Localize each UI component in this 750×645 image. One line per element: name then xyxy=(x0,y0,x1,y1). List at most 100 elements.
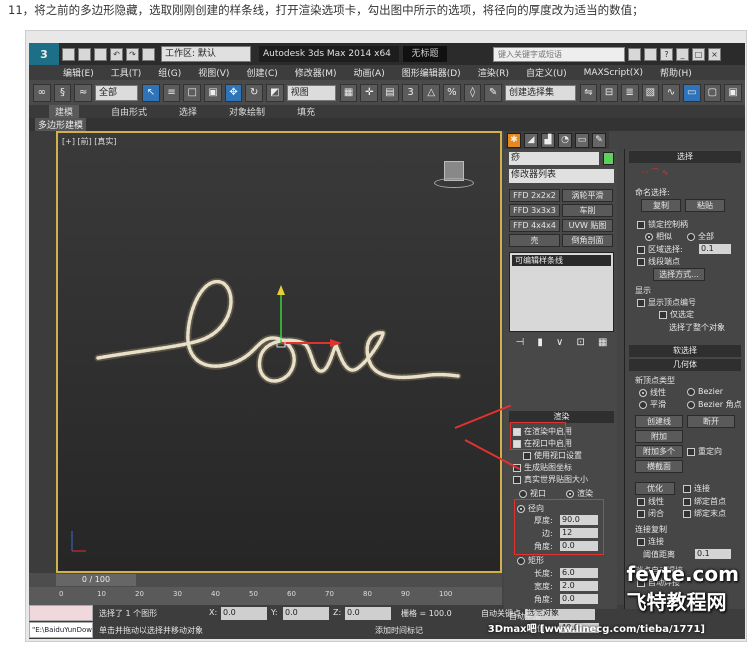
bevel-profile-button[interactable]: 倒角剖面 xyxy=(562,234,613,247)
rect-angle-spinner[interactable]: 0.0 xyxy=(560,594,598,604)
front-viewport[interactable]: [+] [前] [真实] xyxy=(56,131,502,573)
turbosmooth-button[interactable]: 涡轮平滑 xyxy=(562,189,613,202)
create-tab-icon[interactable]: ✱ xyxy=(507,132,521,148)
attach-multiple-button[interactable]: 附加多个 xyxy=(635,445,683,458)
project-folder-icon[interactable] xyxy=(142,47,155,61)
selected-only-checkbox[interactable]: 仅选定 xyxy=(659,309,694,320)
tab-modeling[interactable]: 建模 xyxy=(49,105,80,118)
menu-animation[interactable]: 动画(A) xyxy=(354,66,385,79)
select-object-icon[interactable]: ↖ xyxy=(142,83,160,102)
align-icon[interactable]: ⊟ xyxy=(600,83,618,102)
configure-sets-icon[interactable]: ▦ xyxy=(598,337,607,351)
closed-checkbox[interactable]: 闭合 xyxy=(637,508,664,519)
maxscript-listener[interactable] xyxy=(29,605,93,621)
ribbon-poly-modeling[interactable]: 多边形建模 xyxy=(35,118,87,131)
reference-coord-dropdown[interactable]: 视图 xyxy=(286,84,336,101)
show-end-result-icon[interactable]: ▮ xyxy=(537,337,543,351)
rectangular-radio[interactable]: 矩形 xyxy=(517,555,544,566)
maxscript-output[interactable]: "E:\BaiduYunDow xyxy=(29,622,93,638)
z-coordinate[interactable]: 0.0 xyxy=(345,607,391,620)
shell-button[interactable]: 壳 xyxy=(509,234,560,247)
real-world-map-checkbox[interactable]: 真实世界贴图大小 xyxy=(513,474,588,485)
menu-views[interactable]: 视图(V) xyxy=(198,66,229,79)
pin-stack-icon[interactable]: ⊣ xyxy=(516,337,525,351)
tab-selection[interactable]: 选择 xyxy=(179,105,197,118)
smooth-radio[interactable]: 平滑 xyxy=(639,399,666,410)
viewport-radio[interactable]: 视口 xyxy=(519,488,546,499)
tab-freeform[interactable]: 自由形式 xyxy=(111,105,147,118)
menu-group[interactable]: 组(G) xyxy=(158,66,181,79)
tab-object-paint[interactable]: 对象绘制 xyxy=(229,105,265,118)
vertex-mode-icons[interactable]: ··· ⌒ ∿ xyxy=(641,167,668,178)
alike-radio[interactable]: 相似 xyxy=(645,231,672,242)
keyboard-shortcut-icon[interactable]: ▤ xyxy=(381,83,399,102)
length-spinner[interactable]: 6.0 xyxy=(560,568,598,578)
named-selection-dropdown[interactable]: 创建选择集 xyxy=(505,84,576,101)
menu-edit[interactable]: 编辑(E) xyxy=(63,66,94,79)
redo-icon[interactable]: ↷ xyxy=(126,47,139,61)
select-move-icon[interactable]: ✥ xyxy=(224,83,243,102)
percent-snap-icon[interactable]: % xyxy=(443,83,461,102)
generate-mapping-checkbox[interactable]: 生成贴图坐标 xyxy=(513,462,572,473)
select-manipulate-icon[interactable]: ✛ xyxy=(360,83,379,102)
cross-section-button[interactable]: 横截面 xyxy=(635,460,683,473)
lathe-button[interactable]: 车削 xyxy=(562,204,613,217)
edit-named-sel-icon[interactable]: ✎ xyxy=(484,83,503,102)
bezier-radio[interactable]: Bezier xyxy=(687,387,723,396)
attach-button[interactable]: 附加 xyxy=(635,430,683,443)
break-button[interactable]: 断开 xyxy=(687,415,735,428)
linear-radio[interactable]: 线性 xyxy=(639,387,666,398)
object-color-swatch[interactable] xyxy=(603,152,614,165)
uvw-map-button[interactable]: UVW 贴图 xyxy=(562,219,613,232)
soft-selection-rollout[interactable]: 软选择 xyxy=(629,345,741,357)
paste-button[interactable]: 粘贴 xyxy=(685,199,725,212)
geometry-rollout[interactable]: 几何体 xyxy=(629,359,741,371)
save-file-icon[interactable] xyxy=(94,47,107,61)
copy-button[interactable]: 复制 xyxy=(641,199,681,212)
new-file-icon[interactable] xyxy=(62,47,75,61)
linear-checkbox[interactable]: 线性 xyxy=(637,496,664,507)
maximize-icon[interactable]: □ xyxy=(692,47,705,61)
select-by-button[interactable]: 选择方式... xyxy=(653,268,705,281)
render-setup-icon[interactable]: ▭ xyxy=(682,83,701,102)
modify-tab-icon[interactable]: ◢ xyxy=(524,132,538,148)
motion-tab-icon[interactable]: ◔ xyxy=(558,132,572,148)
use-viewport-settings-checkbox[interactable]: 使用视口设置 xyxy=(523,450,582,461)
utilities-tab-icon[interactable]: ✎ xyxy=(592,132,606,148)
menu-graph-editors[interactable]: 图形编辑器(D) xyxy=(402,66,461,79)
add-time-tag[interactable]: 添加时间标记 xyxy=(375,625,423,636)
search-input[interactable]: 键入关键字或短语 xyxy=(493,46,625,62)
mirror-icon[interactable]: ⇋ xyxy=(579,83,598,102)
object-name-field[interactable]: 痧 xyxy=(509,152,599,165)
rendered-frame-icon[interactable]: ▢ xyxy=(703,83,722,102)
menu-tools[interactable]: 工具(T) xyxy=(111,66,142,79)
bind-last-checkbox[interactable]: 绑定末点 xyxy=(683,508,726,519)
all-radio[interactable]: 全部 xyxy=(687,231,714,242)
graphite-icon[interactable]: ▧ xyxy=(641,83,660,102)
select-scale-icon[interactable]: ◩ xyxy=(266,83,284,102)
unlink-icon[interactable]: § xyxy=(53,83,72,102)
create-line-button[interactable]: 创建线 xyxy=(635,415,683,428)
menu-rendering[interactable]: 渲染(R) xyxy=(478,66,509,79)
link-icon[interactable]: ∞ xyxy=(33,83,51,102)
reorient-checkbox[interactable]: 重定向 xyxy=(687,446,722,457)
select-rotate-icon[interactable]: ↻ xyxy=(245,83,264,102)
area-selection-checkbox[interactable]: 区域选择: xyxy=(637,244,683,255)
ffd-3x3x3-button[interactable]: FFD 3x3x3 xyxy=(509,204,560,217)
pivot-center-icon[interactable]: ▦ xyxy=(339,83,358,102)
selection-filter-dropdown[interactable]: 全部 xyxy=(94,84,139,101)
app-logo[interactable]: 3 xyxy=(29,43,59,65)
snap-toggle-icon[interactable]: 3 xyxy=(401,83,420,102)
spinner-snap-icon[interactable]: ◊ xyxy=(463,83,482,102)
y-coordinate[interactable]: 0.0 xyxy=(283,607,329,620)
rect-selection-icon[interactable]: □ xyxy=(183,83,202,102)
angle-snap-icon[interactable]: △ xyxy=(422,83,441,102)
time-slider[interactable]: 0 / 100 xyxy=(56,574,136,586)
area-selection-spinner[interactable]: 0.1 xyxy=(699,244,731,254)
threshold-distance-spinner[interactable]: 0.1 xyxy=(695,549,731,559)
close-icon[interactable]: × xyxy=(708,47,721,61)
connect-copy-checkbox[interactable]: 连接 xyxy=(637,536,664,547)
ffd-2x2x2-button[interactable]: FFD 2x2x2 xyxy=(509,189,560,202)
ffd-4x4x4-button[interactable]: FFD 4x4x4 xyxy=(509,219,560,232)
menu-help[interactable]: 帮助(H) xyxy=(660,66,692,79)
